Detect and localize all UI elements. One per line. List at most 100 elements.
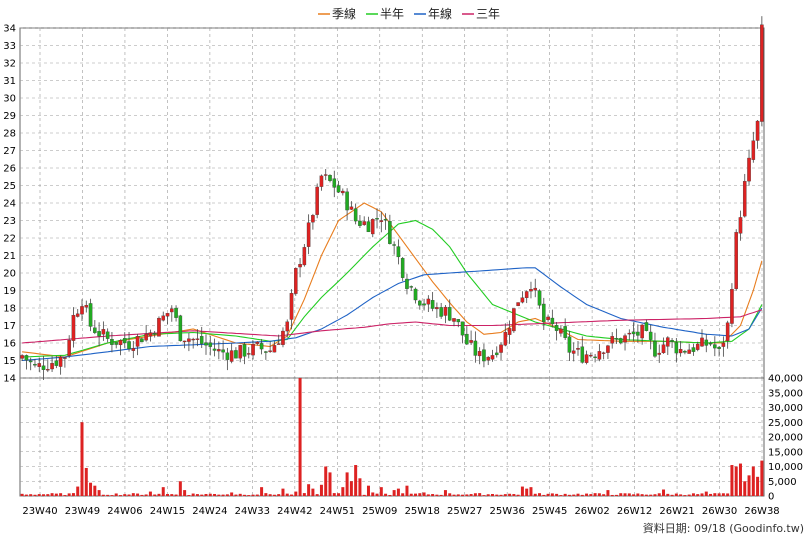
candle bbox=[148, 329, 153, 342]
price-tick-label: 31 bbox=[3, 76, 16, 87]
volume-bar bbox=[653, 494, 657, 496]
volume-bar bbox=[217, 494, 221, 496]
volume-bar bbox=[59, 493, 63, 496]
volume-bar bbox=[666, 493, 670, 496]
volume-bar bbox=[700, 493, 704, 496]
volume-bar bbox=[743, 481, 747, 496]
volume-tick-label: 15,000 bbox=[768, 447, 803, 458]
price-tick-label: 16 bbox=[3, 339, 16, 350]
candle-body bbox=[268, 350, 272, 352]
candle bbox=[687, 343, 691, 354]
candle-body bbox=[84, 305, 89, 308]
candle-body bbox=[409, 286, 414, 288]
volume-bar bbox=[452, 494, 456, 496]
x-tick-label: 25W18 bbox=[405, 506, 440, 517]
candle-body bbox=[507, 328, 512, 335]
candle bbox=[465, 326, 469, 345]
candle-body bbox=[383, 219, 388, 221]
volume-bar bbox=[191, 493, 195, 496]
price-tick-label: 25 bbox=[3, 181, 16, 192]
candle-body bbox=[80, 306, 84, 315]
volume-bar bbox=[435, 494, 439, 496]
volume-bar bbox=[388, 494, 392, 496]
volume-bar bbox=[136, 493, 140, 496]
candle-body bbox=[730, 289, 734, 324]
volume-bar bbox=[670, 494, 674, 496]
candle bbox=[477, 347, 482, 365]
candle-body bbox=[328, 174, 332, 181]
candle bbox=[251, 340, 255, 360]
candle-body bbox=[469, 340, 473, 343]
candle bbox=[618, 337, 623, 345]
candle-body bbox=[131, 348, 136, 351]
candle-body bbox=[742, 181, 747, 217]
volume-bar bbox=[221, 494, 225, 496]
volume-bar bbox=[213, 493, 217, 496]
candle bbox=[405, 273, 409, 295]
volume-bar bbox=[42, 494, 46, 496]
volume-bar bbox=[721, 493, 725, 496]
candle-body bbox=[294, 268, 298, 294]
candle-body bbox=[618, 338, 623, 344]
volume-bar bbox=[170, 494, 174, 496]
volume-bar bbox=[24, 494, 28, 496]
volume-bar bbox=[516, 494, 520, 496]
candle bbox=[571, 342, 576, 362]
legend-item: 半年 bbox=[366, 7, 404, 21]
candle bbox=[178, 314, 183, 342]
volume-bar bbox=[726, 493, 730, 496]
candle-body bbox=[272, 345, 277, 353]
candle-body bbox=[422, 303, 426, 306]
volume-bar bbox=[302, 493, 306, 496]
candle-body bbox=[336, 185, 341, 193]
candle-body bbox=[571, 350, 576, 354]
candle bbox=[110, 331, 114, 353]
price-tick-label: 30 bbox=[3, 94, 16, 105]
x-tick-label: 26W12 bbox=[617, 506, 652, 517]
candle-body bbox=[379, 220, 384, 222]
volume-bar bbox=[384, 493, 388, 496]
candle bbox=[760, 16, 764, 126]
volume-bar bbox=[285, 493, 289, 496]
volume-bar bbox=[657, 493, 661, 496]
candle-body bbox=[114, 342, 118, 345]
volume-bar bbox=[238, 493, 242, 496]
volume-bar bbox=[465, 494, 469, 496]
volume-bar bbox=[585, 493, 589, 496]
candle-body bbox=[529, 289, 533, 292]
candle-body bbox=[670, 340, 674, 342]
volume-bar bbox=[89, 482, 93, 496]
volume-bar bbox=[593, 493, 597, 496]
candle bbox=[388, 214, 392, 245]
candle bbox=[734, 229, 738, 291]
volume-bar bbox=[396, 488, 400, 496]
candle-body bbox=[499, 344, 503, 353]
candle-body bbox=[319, 175, 324, 187]
candle-body bbox=[229, 350, 234, 362]
volume-bar bbox=[362, 494, 366, 496]
volume-bar bbox=[760, 460, 764, 496]
candle-body bbox=[182, 340, 187, 343]
volume-bar bbox=[157, 493, 161, 496]
volume-bar bbox=[747, 475, 751, 496]
candle bbox=[315, 183, 319, 219]
volume-bar bbox=[602, 494, 606, 496]
volume-bar bbox=[644, 494, 648, 496]
volume-bar bbox=[696, 494, 700, 496]
volume-grid bbox=[19, 377, 765, 497]
volume-bar bbox=[567, 494, 571, 496]
candle-body bbox=[375, 218, 379, 220]
volume-bar bbox=[409, 493, 413, 496]
candle-body bbox=[67, 339, 71, 356]
legend-item: 季線 bbox=[318, 6, 356, 21]
candle bbox=[747, 149, 751, 186]
candle-body bbox=[349, 206, 354, 210]
candle-body bbox=[101, 329, 106, 335]
volume-bar bbox=[538, 493, 542, 496]
volume-bar bbox=[606, 490, 610, 496]
candle bbox=[400, 256, 405, 282]
volume-bar bbox=[195, 494, 199, 496]
price-tick-label: 23 bbox=[3, 216, 16, 227]
stock-chart: 季線 半年 年線 三年 14 15 16 17 18 19 20 21 22 23 24 25 26 27 28 2… bbox=[3, 6, 804, 535]
volume-bar bbox=[242, 494, 246, 496]
